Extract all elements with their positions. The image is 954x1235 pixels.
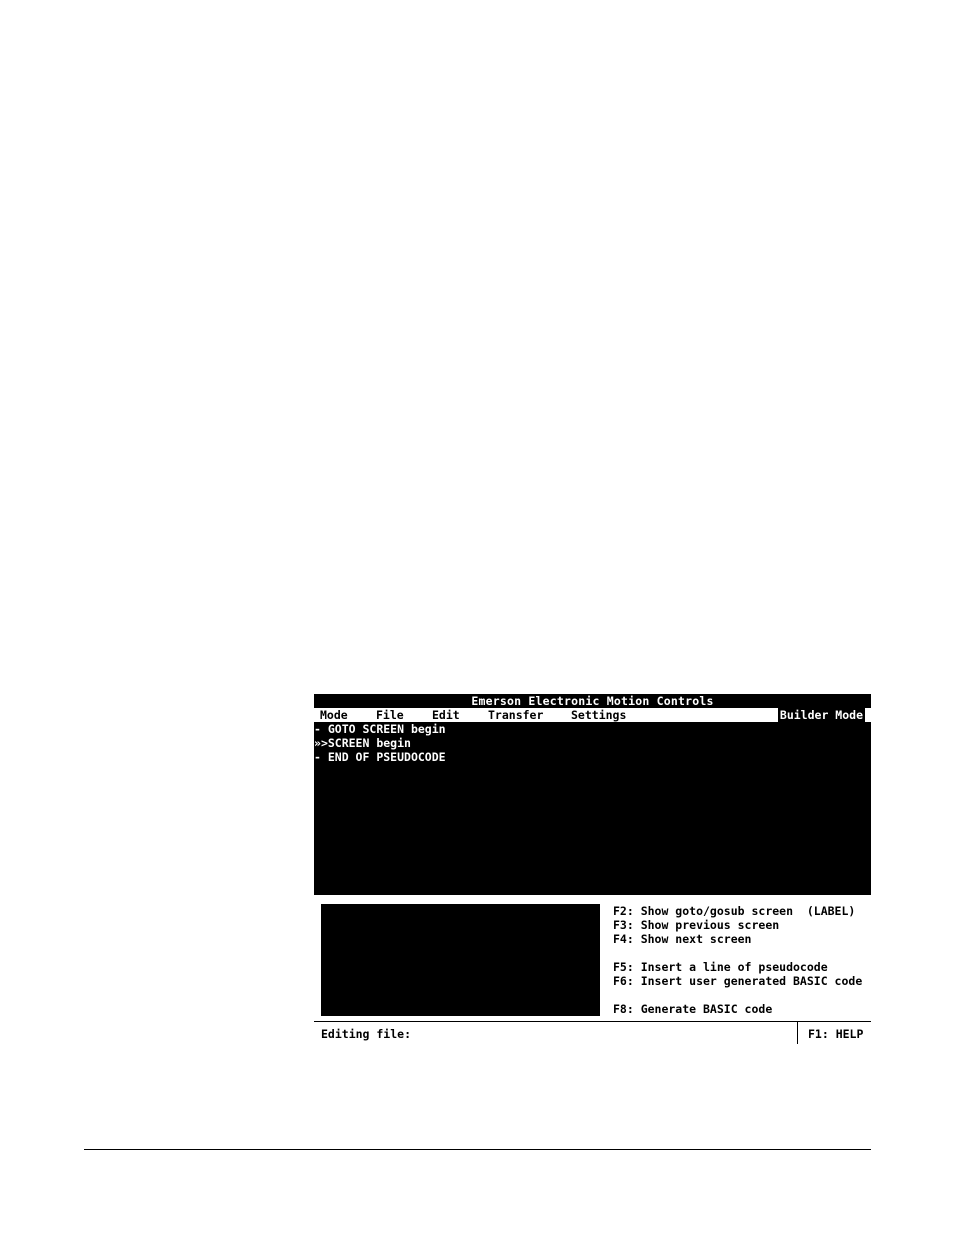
pseudocode-editor[interactable]: - GOTO SCREEN begin »>SCREEN begin - END… [314,722,871,895]
menu-settings[interactable]: Settings [571,708,626,722]
line-marker: - [314,750,321,764]
status-bar: Editing file: F1: HELP [314,1021,871,1046]
code-line-current[interactable]: »>SCREEN begin [314,736,411,750]
help-f5: F5: Insert a line of pseudocode [613,960,828,974]
menu-mode[interactable]: Mode [320,708,348,722]
help-f2: F2: Show goto/gosub screen (LABEL) [613,904,856,918]
line-text: >SCREEN begin [320,736,411,750]
help-hint[interactable]: F1: HELP [808,1022,863,1046]
line-text: GOTO SCREEN begin [320,722,446,736]
page-footer-rule [84,1149,871,1150]
function-key-help: F2: Show goto/gosub screen (LABEL) F3: S… [613,904,862,1016]
help-f6: F6: Insert user generated BASIC code [613,974,863,988]
help-f3: F3: Show previous screen [613,918,780,932]
mode-indicator-edge [865,708,871,722]
window-title: Emerson Electronic Motion Controls [314,694,871,708]
menu-bar: Mode File Edit Transfer Settings Builder… [314,708,871,722]
help-spacer [613,988,862,1002]
preview-pane [321,904,600,1016]
menu-edit[interactable]: Edit [432,708,460,722]
menu-transfer[interactable]: Transfer [488,708,543,722]
line-text: END OF PSEUDOCODE [320,750,446,764]
editing-file-label: Editing file: [321,1027,412,1041]
code-line[interactable]: - GOTO SCREEN begin [314,722,446,736]
mode-indicator: Builder Mode [777,708,865,722]
application-window: Emerson Electronic Motion Controls Mode … [314,694,871,1046]
cursor-marker: » [314,736,321,750]
menu-file[interactable]: File [376,708,404,722]
help-f4: F4: Show next screen [613,932,752,946]
code-line[interactable]: - END OF PSEUDOCODE [314,750,446,764]
help-spacer [613,946,862,960]
status-divider [797,1022,798,1044]
help-f8: F8: Generate BASIC code [613,1002,773,1016]
line-marker: - [314,722,321,736]
lower-panel: F2: Show goto/gosub screen (LABEL) F3: S… [314,895,871,1021]
